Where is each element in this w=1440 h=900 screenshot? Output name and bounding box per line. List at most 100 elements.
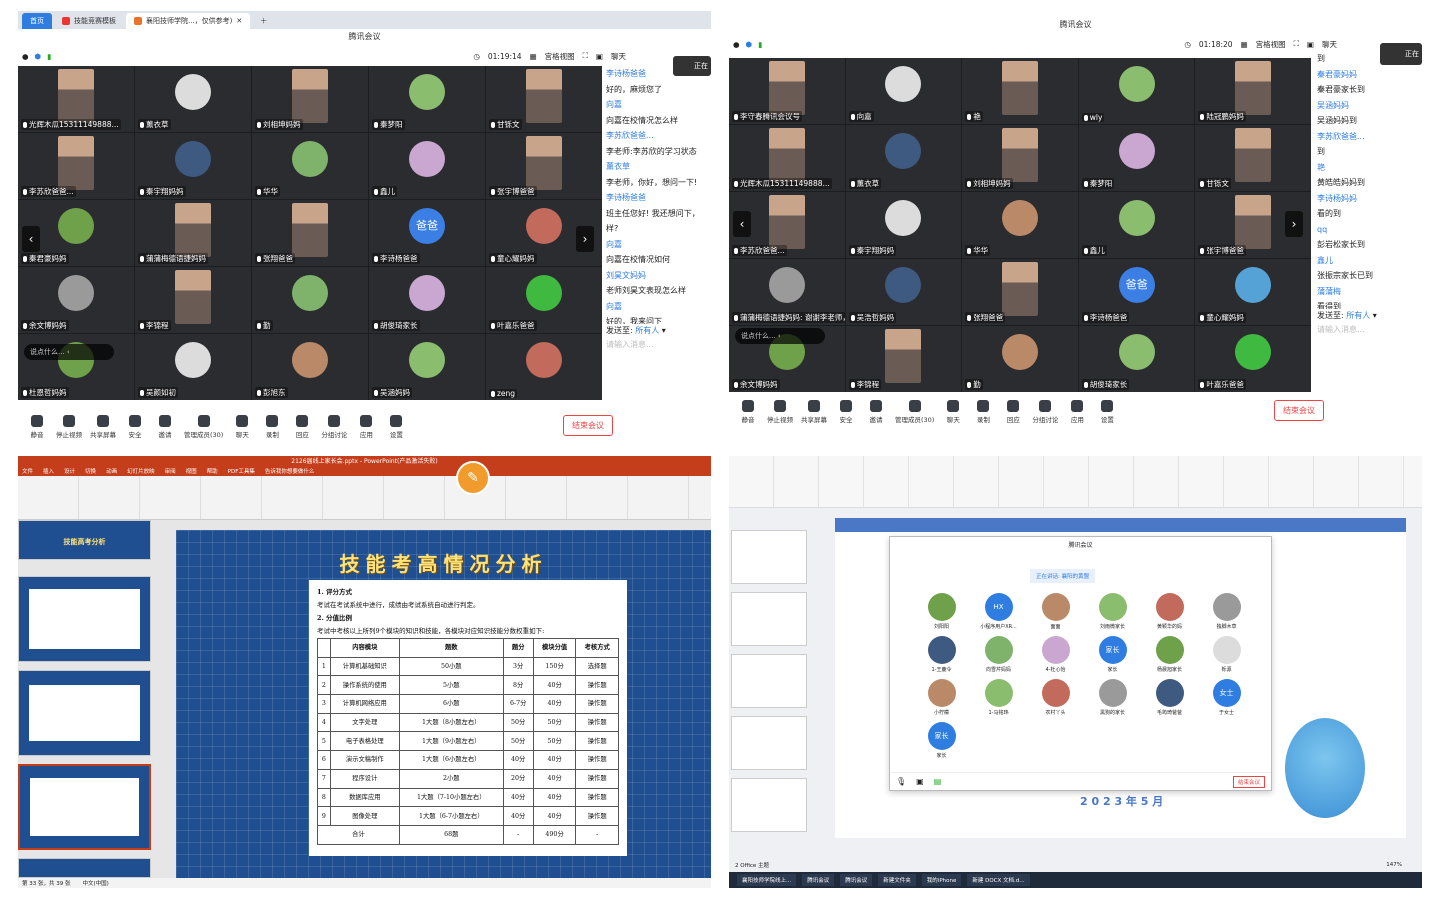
mic-icon[interactable]: 🎙 xyxy=(896,777,906,786)
participant-tile[interactable]: 蒲蒲梅德语捷妈妈: 谢谢李老师，辛苦了 xyxy=(729,259,845,325)
participant-tile[interactable]: 刘相坤妈妈 xyxy=(962,125,1078,191)
taskbar-item[interactable]: 新建文件夹 xyxy=(878,874,916,886)
participant-tile[interactable]: 甘铄文 xyxy=(1195,125,1311,191)
toolbar-button[interactable]: 共享屏幕 xyxy=(90,415,116,439)
toolbar-button[interactable]: 邀请 xyxy=(154,415,176,439)
participant-tile[interactable]: 吴涵妈妈 xyxy=(369,334,485,400)
ribbon-tab[interactable]: 切换 xyxy=(85,467,96,476)
participant-tile[interactable]: 栎源 xyxy=(1199,636,1254,677)
toolbar-button[interactable]: 静音 xyxy=(26,415,48,439)
end-meeting-button[interactable]: 结束会议 xyxy=(563,415,613,436)
end-meeting-button[interactable]: 结束会议 xyxy=(1274,400,1324,421)
chat-input[interactable]: 请输入消息... xyxy=(1317,325,1365,334)
participant-tile[interactable]: 勤 xyxy=(252,267,368,333)
participant-tile[interactable]: 1-马铭玮 xyxy=(971,679,1026,720)
ribbon-tab[interactable]: 插入 xyxy=(43,467,54,476)
participant-tile[interactable]: 彭旭东 xyxy=(252,334,368,400)
ribbon-tab[interactable]: 幻灯片放映 xyxy=(127,467,155,476)
participant-tile[interactable]: 毛筠琦爸爸 xyxy=(1142,679,1197,720)
participant-tile[interactable]: 光辉木瓜15311149888... xyxy=(729,125,845,191)
participant-tile[interactable]: 吴颜如初 xyxy=(135,334,251,400)
participant-tile[interactable]: zeng xyxy=(486,334,602,400)
say-something-bar[interactable]: 说点什么... ‹ xyxy=(735,328,825,344)
participant-tile[interactable]: 张宇博爸爸 xyxy=(486,133,602,199)
fullscreen-icon[interactable]: ⛶ xyxy=(1294,39,1299,49)
participant-tile[interactable]: 甘铄文 xyxy=(486,66,602,132)
toolbar-button[interactable]: 录制 xyxy=(972,400,994,424)
slide-thumb[interactable] xyxy=(18,576,151,662)
participant-tile[interactable]: 刘阳阳 xyxy=(914,593,969,634)
slide-thumb[interactable] xyxy=(18,858,151,878)
ribbon-tab[interactable]: 帮助 xyxy=(207,467,218,476)
participant-tile[interactable]: 李苏欣爸爸... xyxy=(18,133,134,199)
taskbar-item[interactable]: 腾讯会议 xyxy=(802,874,835,886)
view-switch[interactable]: 宫格视图 xyxy=(545,51,575,62)
ribbon-tab[interactable]: 设计 xyxy=(64,467,75,476)
participant-tile[interactable]: 刘雨微家长 xyxy=(1085,593,1140,634)
toolbar-button[interactable]: 邀请 xyxy=(865,400,887,424)
participant-tile[interactable]: 向嘉 xyxy=(845,58,962,124)
chat-input[interactable]: 请输入消息... xyxy=(606,340,654,349)
participant-tile[interactable]: 李守春腾讯会议号 xyxy=(729,58,845,124)
view-switch[interactable]: 宫格视图 xyxy=(1256,39,1286,50)
participant-tile[interactable]: 黄颖华的妈 xyxy=(1142,593,1197,634)
participant-tile[interactable]: 女士 于女士 xyxy=(1199,679,1254,720)
new-tab-button[interactable]: ＋ xyxy=(252,13,276,29)
toolbar-button[interactable]: 设置 xyxy=(385,415,407,439)
participant-tile[interactable]: 胡俊琦家长 xyxy=(1078,326,1195,392)
participant-tile[interactable]: 独脚木草 xyxy=(1199,593,1254,634)
share-icon[interactable]: ▤ xyxy=(934,777,942,786)
prev-page-button[interactable]: ‹ xyxy=(22,226,40,252)
end-meeting-button[interactable]: 结束会议 xyxy=(1232,775,1265,788)
taskbar-item[interactable]: 我的iPhone xyxy=(921,874,962,886)
participant-tile[interactable]: 爸爸 李诗杨爸爸 xyxy=(1078,259,1195,325)
taskbar-item[interactable]: 襄阳技师学院线上... xyxy=(737,874,797,886)
participant-tile[interactable]: 刘相坤妈妈 xyxy=(252,66,368,132)
participant-tile[interactable]: 杨晨旭家长 xyxy=(1142,636,1197,677)
toolbar-button[interactable]: 安全 xyxy=(124,415,146,439)
sidebar-icon[interactable]: ▣ xyxy=(596,52,603,61)
shield-icon[interactable]: ⬢ xyxy=(35,52,42,61)
participant-tile[interactable]: 小柠檬 xyxy=(914,679,969,720)
participant-tile[interactable]: 余文博妈妈 xyxy=(18,267,134,333)
participant-tile[interactable]: 家长 家长 xyxy=(1085,636,1140,677)
participant-tile[interactable]: 薰衣草 xyxy=(845,125,962,191)
fullscreen-icon[interactable]: ⛶ xyxy=(583,51,588,61)
participant-tile[interactable]: 秦梦阳 xyxy=(369,66,485,132)
participant-tile[interactable]: 叶嘉乐爸爸 xyxy=(1195,326,1311,392)
toolbar-button[interactable]: 应用 xyxy=(355,415,377,439)
participant-tile[interactable]: 爸爸 李诗杨爸爸 xyxy=(369,200,485,266)
sidebar-icon[interactable]: ▣ xyxy=(1307,40,1314,49)
toolbar-button[interactable]: 聊天 xyxy=(942,400,964,424)
ribbon-tab[interactable]: 动画 xyxy=(106,467,117,476)
close-icon[interactable]: ✕ xyxy=(236,17,242,25)
taskbar-item[interactable]: 新建 DOCX 文档.d... xyxy=(967,874,1030,886)
toolbar-button[interactable]: 分组讨论 xyxy=(1032,400,1058,424)
slide-thumb[interactable] xyxy=(731,778,807,832)
say-something-bar[interactable]: 说点什么... ‹ xyxy=(24,344,114,360)
toolbar-button[interactable]: 共享屏幕 xyxy=(801,400,827,424)
toolbar-button[interactable]: 回应 xyxy=(1002,400,1024,424)
toolbar-button[interactable]: 停止视频 xyxy=(56,415,82,439)
participant-tile[interactable]: HX 小程序用户XR... xyxy=(971,593,1026,634)
participant-tile[interactable]: 农村丫头 xyxy=(1028,679,1083,720)
send-target-select[interactable]: 所有人 xyxy=(1346,311,1370,320)
participant-tile[interactable]: 张翔爸爸 xyxy=(962,259,1078,325)
taskbar-item[interactable]: 腾讯会议 xyxy=(840,874,873,886)
info-icon[interactable]: ● xyxy=(22,52,29,61)
participant-tile[interactable]: 4-杜心怡 xyxy=(1028,636,1083,677)
participant-tile[interactable]: 光辉木瓜15311149888... xyxy=(18,66,134,132)
slide-thumb[interactable] xyxy=(731,592,807,646)
participant-tile[interactable]: 鑫儿 xyxy=(1078,192,1195,258)
toolbar-button[interactable]: 静音 xyxy=(737,400,759,424)
participant-tile[interactable]: 薰衣草 xyxy=(135,66,251,132)
participant-tile[interactable]: wly xyxy=(1078,58,1195,124)
tab-template[interactable]: 技能竞赛模板 xyxy=(54,13,124,29)
toolbar-button[interactable]: 停止视频 xyxy=(767,400,793,424)
participant-tile[interactable]: 向雪芹妈妈 xyxy=(971,636,1026,677)
toolbar-button[interactable]: 聊天 xyxy=(231,415,253,439)
participant-tile[interactable]: 李锦程 xyxy=(135,267,251,333)
info-icon[interactable]: ● xyxy=(733,40,740,49)
participant-tile[interactable]: 勤 xyxy=(962,326,1078,392)
video-icon[interactable]: ▣ xyxy=(916,777,924,786)
